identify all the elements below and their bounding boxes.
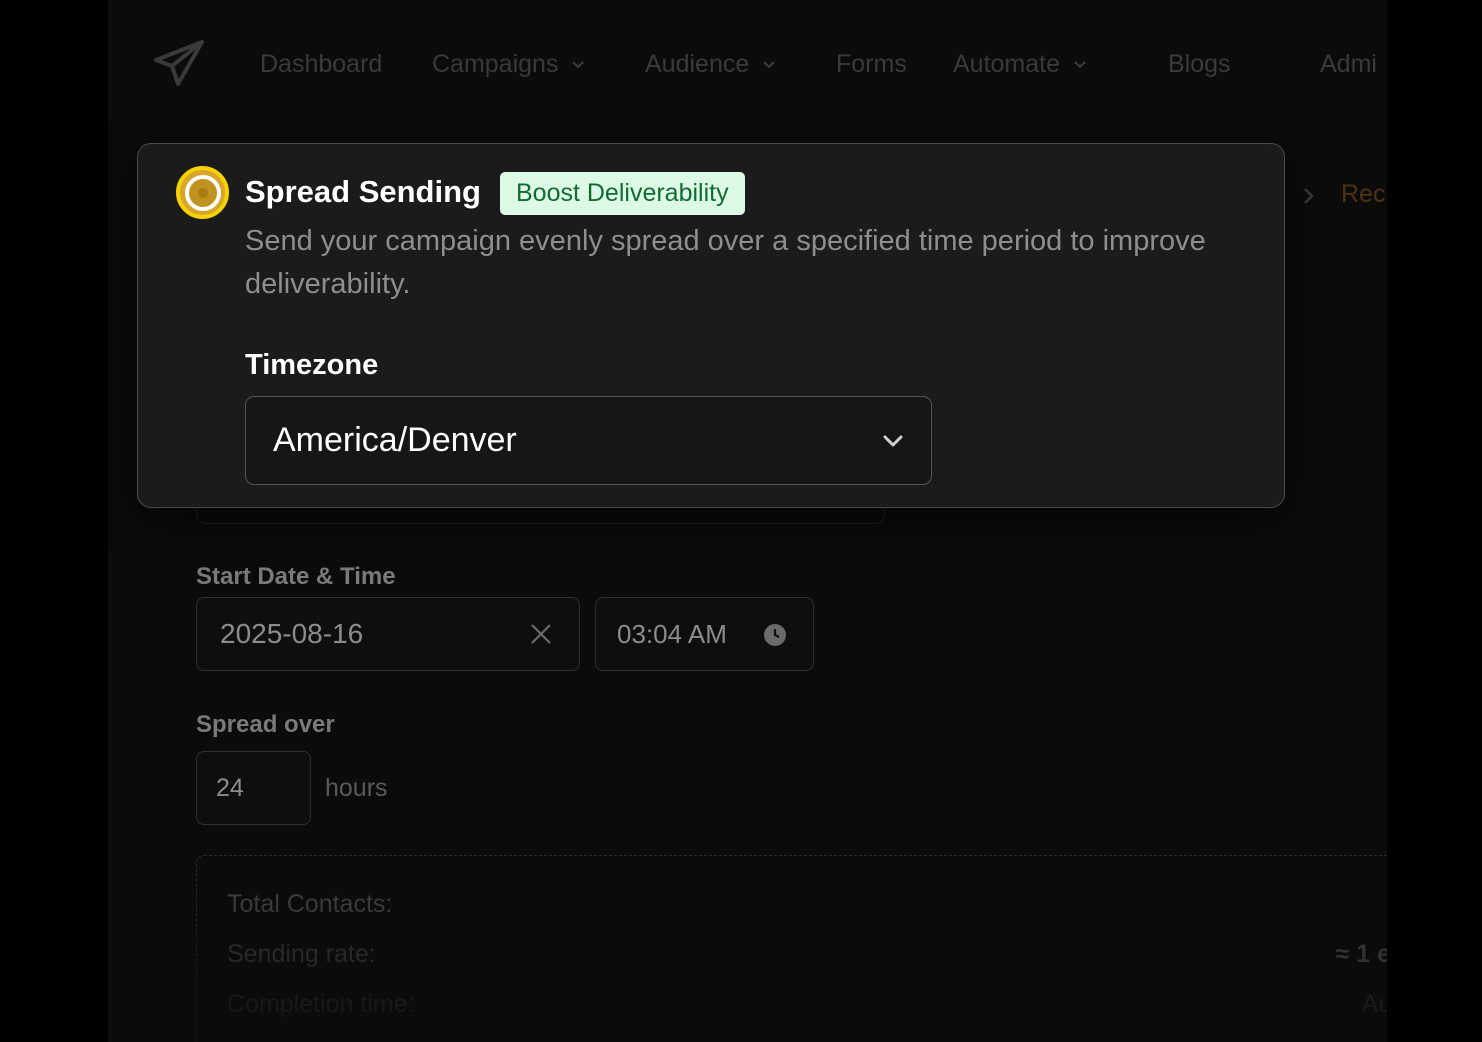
nav-item-blogs[interactable]: Blogs — [1168, 50, 1231, 79]
spread-hours-input[interactable]: 24 — [196, 751, 311, 825]
clock-icon[interactable] — [763, 623, 787, 647]
breadcrumb-next-step[interactable]: Rec — [1341, 180, 1385, 209]
sending-rate-value: ≈ 1 email — [1335, 940, 1387, 968]
nav-label: Admi — [1320, 50, 1377, 78]
nav-item-campaigns[interactable]: Campaigns — [432, 50, 586, 79]
chevron-down-icon — [763, 60, 775, 68]
nav-label: Automate — [953, 50, 1061, 78]
paper-plane-icon[interactable] — [152, 38, 206, 90]
radio-ring — [184, 174, 221, 211]
total-contacts-label: Total Contacts: — [227, 890, 393, 918]
completion-time-value: Aug 17 — [1361, 990, 1387, 1018]
nav-label: Campaigns — [432, 50, 559, 78]
boost-deliverability-badge: Boost Deliverability — [500, 172, 745, 215]
nav-item-dashboard[interactable]: Dashboard — [260, 50, 382, 79]
top-navigation: Dashboard Campaigns Audience Forms Autom… — [108, 28, 1387, 100]
timezone-value: America/Denver — [273, 421, 517, 459]
start-time-input[interactable]: 03:04 AM — [595, 597, 814, 671]
sending-summary: Total Contacts: Sending rate: ≈ 1 email … — [196, 855, 1387, 1042]
screen: Dashboard Campaigns Audience Forms Autom… — [0, 0, 1482, 1042]
date-value: 2025-08-16 — [220, 618, 364, 649]
nav-label: Dashboard — [260, 50, 383, 78]
nav-item-automate[interactable]: Automate — [953, 50, 1088, 79]
chevron-down-icon — [1074, 60, 1086, 68]
spread-unit-label: hours — [325, 774, 388, 802]
spread-sending-description: Send your campaign evenly spread over a … — [245, 225, 1206, 300]
nav-label: Forms — [836, 50, 907, 78]
radio-selected-icon[interactable] — [176, 166, 229, 219]
time-value: 03:04 AM — [617, 618, 727, 649]
chevron-down-icon — [572, 60, 585, 68]
start-date-input[interactable]: 2025-08-16 — [196, 597, 580, 671]
nav-item-admin[interactable]: Admi — [1320, 50, 1377, 79]
timezone-select[interactable]: America/Denver — [245, 396, 932, 485]
spread-sending-title: Spread Sending — [245, 174, 481, 209]
sending-rate-label: Sending rate: — [227, 940, 376, 968]
nav-item-forms[interactable]: Forms — [836, 50, 907, 79]
completion-time-label: Completion time: — [227, 990, 415, 1018]
nav-label: Audience — [645, 50, 750, 78]
start-date-time-label: Start Date & Time — [196, 563, 396, 590]
timezone-label: Timezone — [245, 349, 379, 381]
spread-value: 24 — [216, 773, 244, 802]
spread-over-label: Spread over — [196, 711, 335, 738]
close-icon[interactable] — [529, 622, 553, 646]
chevron-down-icon — [883, 435, 903, 447]
spread-sending-option-card[interactable]: Spread Sending Boost Deliverability Send… — [137, 143, 1285, 508]
radio-dot — [197, 187, 208, 198]
nav-label: Blogs — [1168, 50, 1231, 78]
nav-item-audience[interactable]: Audience — [645, 50, 777, 79]
chevron-right-icon — [1304, 188, 1314, 204]
